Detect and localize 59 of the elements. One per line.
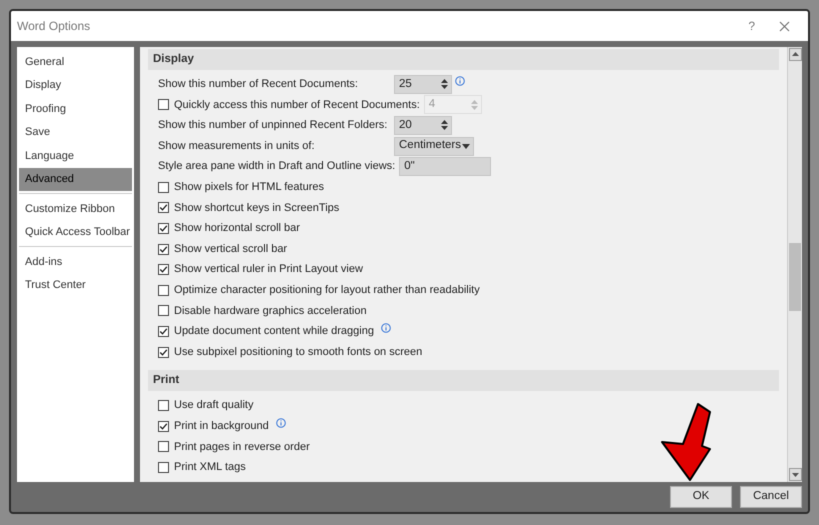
option-label: Print XML tags	[174, 460, 247, 476]
checkbox[interactable]	[158, 284, 169, 296]
cancel-button[interactable]: Cancel	[740, 486, 802, 508]
option-label: Print in background	[174, 418, 270, 434]
scrollbar-thumb[interactable]	[789, 243, 801, 311]
checkbox[interactable]	[158, 462, 169, 473]
section-header: Print	[148, 370, 779, 392]
help-button[interactable]: ?	[742, 17, 761, 35]
checkbox[interactable]	[158, 244, 169, 255]
option-label: Optimize character positioning for layout rather than readability	[174, 282, 481, 298]
spinner-arrows-icon[interactable]	[441, 78, 448, 90]
checkbox[interactable]	[158, 441, 169, 452]
scrollbar[interactable]	[787, 47, 802, 482]
checkbox[interactable]	[158, 346, 169, 358]
option-label: Show this number of unpinned Recent Folders:	[158, 118, 388, 134]
option-label: Show shortcut keys in ScreenTips	[174, 200, 340, 216]
checkbox[interactable]	[158, 264, 169, 276]
sidebar-item[interactable]: Advanced	[19, 168, 132, 191]
width-field[interactable]: 0"	[399, 157, 492, 176]
scroll-up-icon[interactable]	[788, 48, 802, 61]
sidebar-item[interactable]: Proofing	[19, 97, 132, 120]
window-title: Word Options	[17, 18, 90, 35]
sidebar-item[interactable]: Customize Ribbon	[19, 197, 132, 220]
checkbox[interactable]	[158, 420, 169, 432]
checkbox[interactable]	[158, 202, 169, 214]
sidebar-item[interactable]: Save	[19, 120, 132, 144]
sidebar-item[interactable]: Quick Access Toolbar	[19, 220, 132, 244]
close-icon[interactable]	[779, 20, 790, 32]
checkbox[interactable]	[158, 400, 169, 412]
option-label: Show vertical ruler in Print Layout view	[174, 262, 364, 278]
option-label: Print pages in reverse order	[174, 440, 311, 455]
units-dropdown[interactable]: Centimeters	[394, 136, 474, 156]
sidebar-item[interactable]: Add-ins	[19, 250, 132, 274]
option-label: Disable hardware graphics acceleration	[174, 304, 368, 319]
section-header: Display	[148, 49, 779, 70]
option-label: Use draft quality	[174, 398, 254, 414]
checkbox[interactable]	[158, 222, 169, 234]
spinner-arrows-icon[interactable]	[441, 119, 448, 132]
number-spinner[interactable]: 20	[394, 116, 452, 135]
sidebar-item[interactable]: Trust Center	[19, 274, 132, 297]
option-label: Use subpixel positioning to smooth fonts on screen	[174, 344, 424, 360]
caret-icon[interactable]	[462, 144, 470, 149]
option-label: Show vertical scroll bar	[174, 242, 288, 257]
option-label: Show this number of Recent Documents:	[158, 77, 359, 92]
checkbox[interactable]	[158, 305, 169, 316]
checkbox[interactable]	[158, 182, 169, 193]
option-label: Show pixels for HTML features	[174, 180, 325, 196]
ok-button[interactable]: OK	[670, 486, 732, 508]
sidebar-item[interactable]: Language	[19, 144, 132, 168]
option-label: Update document content while dragging	[174, 324, 375, 340]
option-label: Style area pane width in Draft and Outline views:	[158, 159, 396, 174]
scroll-down-icon[interactable]	[788, 468, 802, 481]
option-label: Show measurements in units of:	[158, 138, 316, 154]
sidebar-item[interactable]: General	[19, 50, 132, 74]
option-label: Quickly access this number of Recent Documents:	[174, 98, 421, 113]
number-spinner[interactable]: 25	[394, 74, 452, 94]
sidebar-item[interactable]: Display	[19, 74, 132, 97]
checkbox[interactable]	[158, 326, 169, 337]
option-label: Show horizontal scroll bar	[174, 221, 301, 236]
